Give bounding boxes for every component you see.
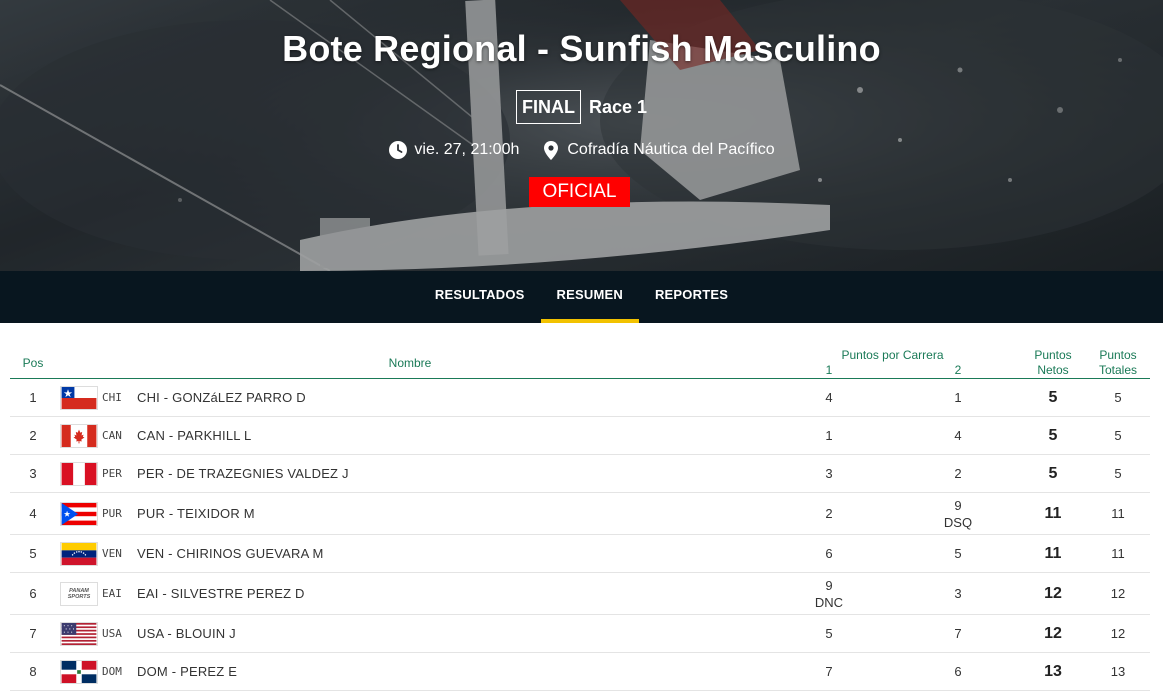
puerto-rico-flag [60,493,98,534]
event-datetime: vie. 27, 21:00h [414,141,520,158]
table-row[interactable]: 5 VEN VEN - CHIRINOS GUEVARA M 6 5 11 11 [10,535,1150,573]
row-position: 5 [29,546,37,561]
venezuela-flag [60,535,98,572]
athlete-name[interactable]: VEN - CHIRINOS GUEVARA M [137,535,737,572]
race-2-points: 7 [954,626,962,641]
race-1-points: 4 [825,390,833,405]
country-code: USA [102,627,122,640]
results-table: Pos Nombre Puntos por Carrera 1 2 Puntos… [10,343,1150,691]
penalty-code: DNC [814,594,844,610]
table-row[interactable]: 3 PER PER - DE TRAZEGNIES VALDEZ J 3 2 5… [10,455,1150,493]
net-points: 5 [1048,388,1058,406]
net-points: 11 [1044,504,1062,522]
location-pin-icon [541,140,561,160]
header-name: Nombre [388,356,432,370]
country-code: CAN [102,429,122,442]
table-header: Pos Nombre Puntos por Carrera 1 2 Puntos… [10,343,1150,379]
net-points: 11 [1044,544,1062,562]
row-position: 7 [29,626,37,641]
race-2-points: 2 [954,466,962,481]
net-points: 12 [1044,584,1062,602]
net-points: 13 [1044,662,1062,680]
tab-resumen[interactable]: RESUMEN [540,271,639,323]
total-points: 13 [1110,664,1126,679]
race-2-points: 6 [954,664,962,679]
country-code: VEN [102,547,122,560]
athlete-name[interactable]: PER - DE TRAZEGNIES VALDEZ J [137,455,737,492]
event-title: Bote Regional - Sunfish Masculino [282,28,881,69]
race-1-points: 2 [825,506,833,521]
race-2-points: 4 [954,428,962,443]
total-points: 5 [1114,466,1122,481]
section-tabs: RESULTADOS RESUMEN REPORTES [0,271,1163,323]
race-1-points: 3 [825,466,833,481]
race-1-points: 5 [825,626,833,641]
event-meta: vie. 27, 21:00h Cofradía Náutica del Pac… [0,140,1163,160]
race-1-points: 7 [825,664,833,679]
total-points: 5 [1114,390,1122,405]
race-2-points: 3 [954,586,962,601]
table-row[interactable]: 2 CAN CAN - PARKHILL L 1 4 5 5 [10,417,1150,455]
country-code: CHI [102,391,122,404]
athlete-name[interactable]: DOM - PEREZ E [137,653,737,690]
athlete-name[interactable]: USA - BLOUIN J [137,615,737,652]
penalty-code: DSQ [943,514,973,530]
header-total-points: Puntos Totales [1098,348,1138,377]
table-row[interactable]: 8 DOM DOM - PEREZ E 7 6 13 13 [10,653,1150,691]
country-code: DOM [102,665,122,678]
tab-resultados[interactable]: RESULTADOS [419,271,541,323]
header-pos: Pos [22,356,44,370]
peru-flag [60,455,98,492]
tab-reportes[interactable]: REPORTES [639,271,744,323]
status-badge: OFICIAL [529,177,630,207]
race-1-points: 9 DNC [814,577,844,610]
net-points: 5 [1048,464,1058,482]
row-position: 3 [29,466,37,481]
total-points: 12 [1110,626,1126,641]
race-label: Race 1 [588,96,648,117]
clock-icon [388,140,408,160]
row-position: 6 [29,586,37,601]
country-code: PER [102,467,122,480]
row-position: 2 [29,428,37,443]
race-1-points: 6 [825,546,833,561]
total-points: 5 [1114,428,1122,443]
athlete-name[interactable]: CAN - PARKHILL L [137,417,737,454]
race-2-points: 5 [954,546,962,561]
country-code: EAI [102,587,122,600]
dominican-republic-flag [60,653,98,690]
row-position: 8 [29,664,37,679]
header-race-1: 1 [825,363,833,377]
athlete-name[interactable]: EAI - SILVESTRE PEREZ D [137,573,737,614]
row-position: 4 [29,506,37,521]
race-2-points: 1 [954,390,962,405]
phase-badge: FINAL [515,90,581,124]
header-race-2: 2 [954,363,962,377]
canada-flag [60,417,98,454]
net-points: 5 [1048,426,1058,444]
table-row[interactable]: 4 PUR PUR - TEIXIDOR M 2 9 DSQ 11 11 [10,493,1150,535]
total-points: 12 [1110,586,1126,601]
panam-sports-logo: PANAM SPORTS [60,573,98,614]
net-points: 12 [1044,624,1062,642]
country-code: PUR [102,507,122,520]
total-points: 11 [1111,506,1125,521]
table-row[interactable]: 7 USA USA - BLOUIN J 5 7 12 12 [10,615,1150,653]
table-row[interactable]: 6 PANAM SPORTS EAI EAI - SILVESTRE PEREZ… [10,573,1150,615]
table-row[interactable]: 1 CHI CHI - GONZáLEZ PARRO D 4 1 5 5 [10,379,1150,417]
header-net-points: Puntos Netos [1034,348,1072,377]
athlete-name[interactable]: CHI - GONZáLEZ PARRO D [137,379,737,416]
athlete-name[interactable]: PUR - TEIXIDOR M [137,493,737,534]
chile-flag [60,379,98,416]
hero-banner: Bote Regional - Sunfish Masculino FINAL … [0,0,1163,271]
total-points: 11 [1111,546,1125,561]
event-venue: Cofradía Náutica del Pacífico [567,141,775,158]
header-race-points: Puntos por Carrera [841,348,944,362]
race-1-points: 1 [825,428,833,443]
usa-flag [60,615,98,652]
phase-row: FINAL Race 1 [0,90,1163,124]
row-position: 1 [29,390,37,405]
race-2-points: 9 DSQ [943,497,973,530]
